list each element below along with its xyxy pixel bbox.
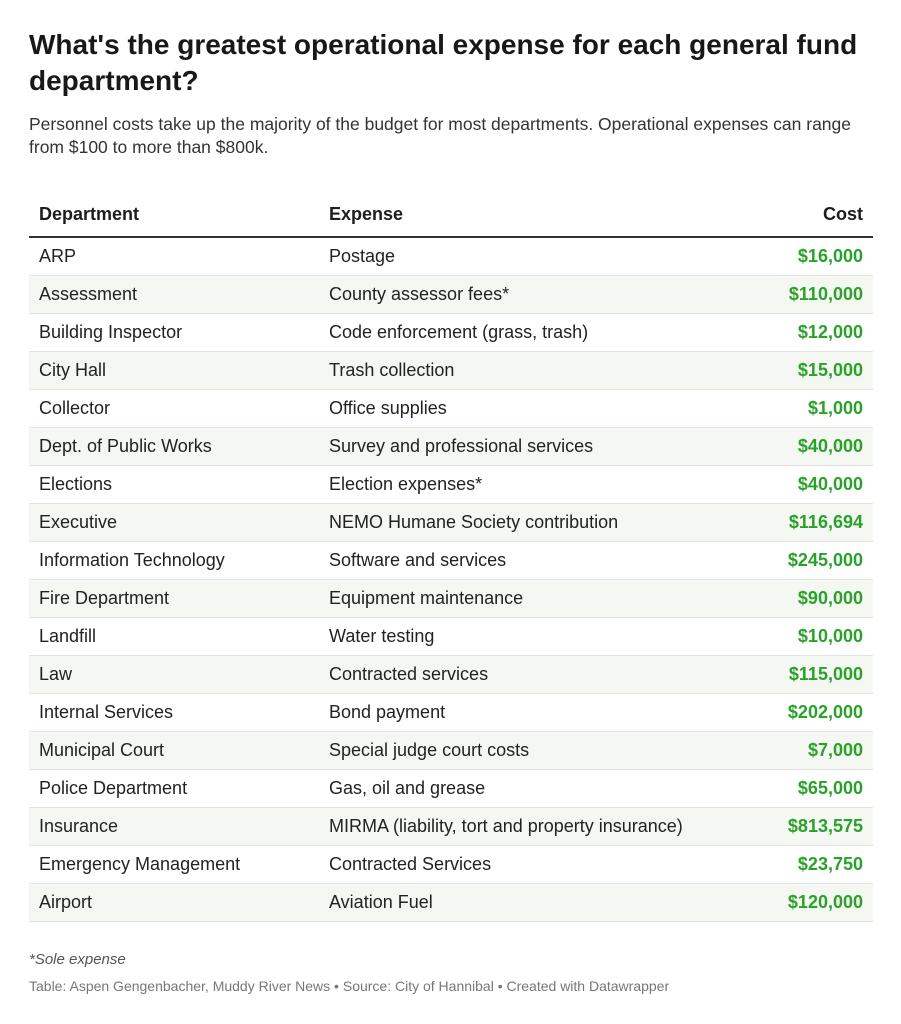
cell-expense: Office supplies (319, 389, 729, 428)
table-row: Internal Services Bond payment $202,000 (29, 693, 873, 732)
cell-cost: $7,000 (729, 731, 873, 770)
table-row: Information Technology Software and servi… (29, 541, 873, 580)
table-row: Dept. of Public Works Survey and professi… (29, 427, 873, 466)
cell-department: Executive (29, 503, 319, 542)
cell-department: Law (29, 655, 319, 694)
cell-cost: $116,694 (729, 503, 873, 542)
cell-department: Collector (29, 389, 319, 428)
table-row: ARP Postage $16,000 (29, 237, 873, 276)
cell-department: Assessment (29, 275, 319, 314)
footnote: *Sole expense (29, 951, 126, 968)
cell-expense: Survey and professional services (319, 427, 729, 466)
cell-cost: $65,000 (729, 769, 873, 808)
cell-expense: Election expenses* (319, 465, 729, 504)
cell-department: Emergency Management (29, 845, 319, 884)
table-header-row: Department Expense Cost (29, 192, 873, 238)
cell-expense: Bond payment (319, 693, 729, 732)
table-row: Emergency Management Contracted Services $… (29, 845, 873, 884)
cell-expense: Trash collection (319, 351, 729, 390)
cell-expense: Special judge court costs (319, 731, 729, 770)
table-row: Executive NEMO Humane Society contributio… (29, 503, 873, 542)
cell-cost: $40,000 (729, 465, 873, 504)
expense-table: Department Expense Cost ARP Postage $16,00… (29, 192, 873, 922)
cell-expense: Postage (319, 237, 729, 276)
table-body: ARP Postage $16,000 Assessment County assess… (29, 237, 873, 922)
cell-expense: Code enforcement (grass, trash) (319, 313, 729, 352)
cell-cost: $40,000 (729, 427, 873, 466)
cell-department: ARP (29, 237, 319, 276)
table-row: Elections Election expenses* $40,000 (29, 465, 873, 504)
table-row: Insurance MIRMA (liability, tort and prop… (29, 807, 873, 846)
table-row: City Hall Trash collection $15,000 (29, 351, 873, 390)
source-footer: Table: Aspen Gengenbacher, Muddy River N… (29, 978, 670, 994)
table-row: Assessment County assessor fees* $110,000 (29, 275, 873, 314)
cell-expense: Equipment maintenance (319, 579, 729, 618)
chart-subtitle: Personnel costs take up the majority of … (29, 114, 851, 157)
column-header-cost[interactable]: Cost (729, 192, 873, 238)
cell-department: Dept. of Public Works (29, 427, 319, 466)
cell-expense: County assessor fees* (319, 275, 729, 314)
cell-department: Landfill (29, 617, 319, 656)
cell-cost: $110,000 (729, 275, 873, 314)
cell-cost: $12,000 (729, 313, 873, 352)
column-header-expense[interactable]: Expense (319, 192, 729, 238)
cell-department: Municipal Court (29, 731, 319, 770)
cell-cost: $202,000 (729, 693, 873, 732)
cell-cost: $23,750 (729, 845, 873, 884)
cell-department: Insurance (29, 807, 319, 846)
cell-department: Police Department (29, 769, 319, 808)
cell-expense: Gas, oil and grease (319, 769, 729, 808)
cell-cost: $16,000 (729, 237, 873, 276)
cell-cost: $813,575 (729, 807, 873, 846)
cell-department: Information Technology (29, 541, 319, 580)
table-row: Airport Aviation Fuel $120,000 (29, 883, 873, 922)
chart-title: What's the greatest operational expense … (29, 29, 858, 96)
cell-cost: $1,000 (729, 389, 873, 428)
cell-expense: Aviation Fuel (319, 883, 729, 922)
cell-cost: $90,000 (729, 579, 873, 618)
table-row: Law Contracted services $115,000 (29, 655, 873, 694)
cell-cost: $15,000 (729, 351, 873, 390)
table-row: Fire Department Equipment maintenance $90,… (29, 579, 873, 618)
cell-department: City Hall (29, 351, 319, 390)
cell-department: Fire Department (29, 579, 319, 618)
table-row: Collector Office supplies $1,000 (29, 389, 873, 428)
cell-cost: $245,000 (729, 541, 873, 580)
cell-expense: Water testing (319, 617, 729, 656)
cell-department: Airport (29, 883, 319, 922)
cell-cost: $115,000 (729, 655, 873, 694)
column-header-department[interactable]: Department (29, 192, 319, 238)
table-row: Police Department Gas, oil and grease $65,… (29, 769, 873, 808)
cell-expense: MIRMA (liability, tort and property insu… (319, 807, 729, 846)
cell-expense: Software and services (319, 541, 729, 580)
cell-department: Elections (29, 465, 319, 504)
table-row: Building Inspector Code enforcement (gras… (29, 313, 873, 352)
cell-cost: $120,000 (729, 883, 873, 922)
cell-expense: Contracted Services (319, 845, 729, 884)
cell-department: Internal Services (29, 693, 319, 732)
cell-department: Building Inspector (29, 313, 319, 352)
table-row: Municipal Court Special judge court costs… (29, 731, 873, 770)
cell-expense: NEMO Humane Society contribution (319, 503, 729, 542)
cell-cost: $10,000 (729, 617, 873, 656)
table-row: Landfill Water testing $10,000 (29, 617, 873, 656)
cell-expense: Contracted services (319, 655, 729, 694)
